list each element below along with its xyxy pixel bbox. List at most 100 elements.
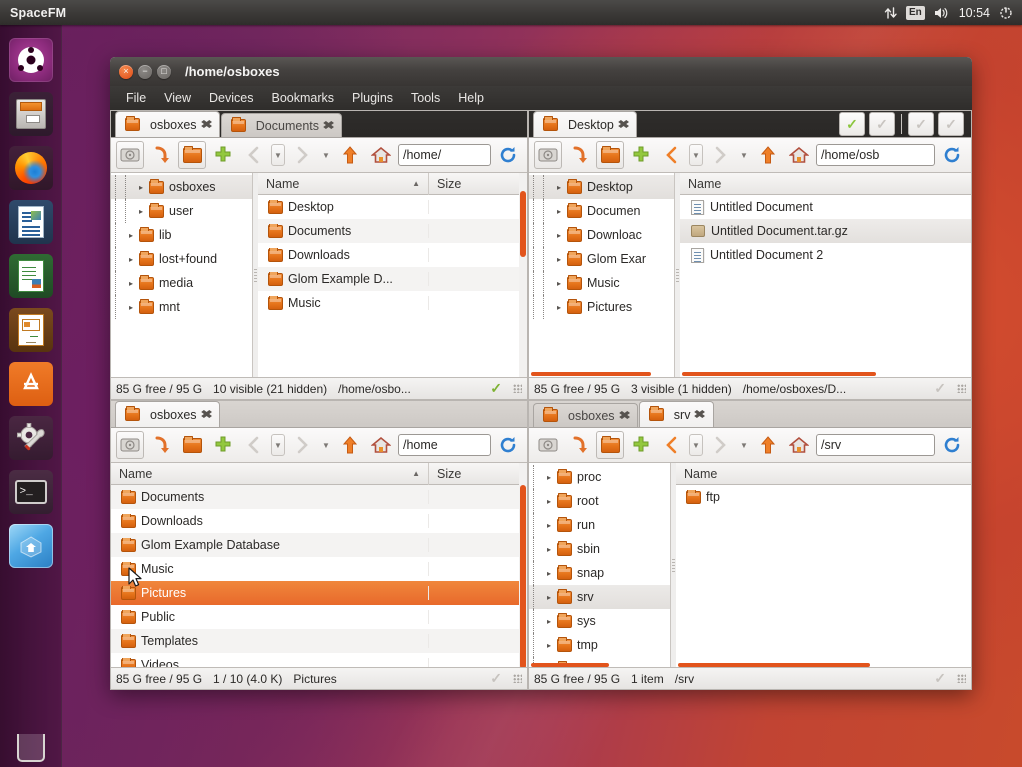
launcher-item-system-settings[interactable] — [7, 414, 55, 462]
green-plus-icon[interactable] — [209, 141, 237, 169]
file-row[interactable]: Music — [258, 291, 527, 315]
tree-row[interactable]: ▸osboxes — [111, 175, 252, 199]
expander-icon[interactable]: ▸ — [543, 617, 555, 626]
folder-icon[interactable] — [596, 431, 624, 459]
panel-3-toggle[interactable]: ✓ — [908, 112, 934, 136]
file-row[interactable]: Downloads — [111, 509, 527, 533]
tree-row[interactable]: ▸user — [111, 199, 252, 223]
resize-grip[interactable] — [513, 384, 522, 393]
clock[interactable]: 10:54 — [959, 6, 990, 20]
expander-icon[interactable]: ▸ — [543, 473, 555, 482]
blue-refresh-icon[interactable] — [938, 431, 966, 459]
home-icon[interactable] — [367, 141, 395, 169]
tab-close-icon[interactable]: ✖ — [618, 409, 630, 422]
panel-2-toggle[interactable]: ✓ — [869, 112, 895, 136]
vertical-scrollbar[interactable] — [519, 173, 527, 379]
bookmark-arrow-icon[interactable] — [565, 431, 593, 459]
tree-row[interactable]: ▸Pictures — [529, 295, 674, 319]
launcher-item-libreoffice-calc[interactable] — [7, 252, 55, 300]
expander-icon[interactable]: ▸ — [135, 183, 147, 192]
green-plus-icon[interactable] — [627, 141, 655, 169]
hard-disk-icon[interactable] — [116, 431, 144, 459]
launcher-item-libreoffice-writer[interactable] — [7, 198, 55, 246]
expander-icon[interactable]: ▸ — [553, 303, 565, 312]
expander-icon[interactable]: ▸ — [125, 279, 137, 288]
volume-icon[interactable] — [934, 6, 950, 20]
up-button[interactable] — [336, 141, 364, 169]
file-row[interactable]: Music — [111, 557, 527, 581]
file-row[interactable]: Public — [111, 605, 527, 629]
launcher-item-spacefm[interactable] — [7, 522, 55, 570]
path-input-top-right[interactable]: /home/osb — [816, 144, 935, 166]
home-icon[interactable] — [785, 141, 813, 169]
resize-grip[interactable] — [513, 674, 522, 683]
tab-close-icon[interactable]: ✖ — [200, 408, 212, 421]
forward-history-chevron-down-icon[interactable]: ▼ — [319, 434, 333, 456]
file-row[interactable]: Untitled Document — [680, 195, 971, 219]
tab-close-icon[interactable]: ✖ — [694, 408, 706, 421]
green-plus-icon[interactable] — [627, 431, 655, 459]
home-icon[interactable] — [367, 431, 395, 459]
blue-refresh-icon[interactable] — [494, 141, 522, 169]
menu-devices[interactable]: Devices — [201, 89, 261, 107]
tree-row[interactable]: ▸root — [529, 489, 670, 513]
file-row[interactable]: Downloads — [258, 243, 527, 267]
expander-icon[interactable]: ▸ — [543, 569, 555, 578]
expander-icon[interactable]: ▸ — [543, 521, 555, 530]
tree-row[interactable]: ▸sbin — [529, 537, 670, 561]
back-history-chevron-down-icon[interactable]: ▼ — [271, 144, 285, 166]
up-button[interactable] — [754, 141, 782, 169]
tab-close-icon[interactable]: ✖ — [200, 118, 212, 131]
keyboard-layout-indicator[interactable]: En — [906, 6, 925, 20]
bookmark-arrow-icon[interactable] — [565, 141, 593, 169]
resize-grip[interactable] — [957, 384, 966, 393]
expander-icon[interactable]: ▸ — [553, 183, 565, 192]
file-row[interactable]: Glom Example Database — [111, 533, 527, 557]
forward-history-chevron-down-icon[interactable]: ▼ — [737, 434, 751, 456]
folder-tree-bottom-right[interactable]: ▸proc ▸root ▸run ▸sbin ▸snap ▸srv ▸sys ▸… — [529, 463, 671, 669]
bookmark-arrow-icon[interactable] — [147, 431, 175, 459]
tab-close-icon[interactable]: ✖ — [617, 118, 629, 131]
file-row[interactable]: ftp — [676, 485, 971, 509]
back-history-chevron-down-icon[interactable]: ▼ — [689, 144, 703, 166]
expander-icon[interactable]: ▸ — [553, 255, 565, 264]
back-button[interactable] — [658, 431, 686, 459]
tab-documents[interactable]: Documents ✖ — [221, 113, 342, 137]
file-row[interactable]: Templates — [111, 629, 527, 653]
up-button[interactable] — [754, 431, 782, 459]
folder-tree-top-right[interactable]: ▸Desktop ▸Documen ▸Downloac ▸Glom Exar ▸… — [529, 173, 675, 379]
tree-row[interactable]: ▸Downloac — [529, 223, 674, 247]
tree-row[interactable]: ▸Desktop — [529, 175, 674, 199]
expander-icon[interactable]: ▸ — [543, 545, 555, 554]
home-icon[interactable] — [785, 431, 813, 459]
folder-tree-top-left[interactable]: ▸osboxes ▸user ▸lib ▸lost+found ▸media ▸… — [111, 173, 253, 379]
resize-grip[interactable] — [957, 674, 966, 683]
expander-icon[interactable]: ▸ — [543, 497, 555, 506]
window-close-button[interactable]: × — [119, 65, 133, 79]
forward-button[interactable] — [706, 141, 734, 169]
column-header-name[interactable]: Name▲ — [258, 173, 429, 195]
file-row-selected[interactable]: Pictures — [111, 581, 527, 605]
forward-history-chevron-down-icon[interactable]: ▼ — [319, 144, 333, 166]
tree-row[interactable]: ▸lib — [111, 223, 252, 247]
file-row[interactable]: Documents — [111, 485, 527, 509]
tab-osboxes[interactable]: osboxes ✖ — [115, 401, 220, 427]
file-row[interactable]: Untitled Document.tar.gz — [680, 219, 971, 243]
forward-button[interactable] — [706, 431, 734, 459]
menu-help[interactable]: Help — [450, 89, 492, 107]
blue-refresh-icon[interactable] — [494, 431, 522, 459]
back-history-chevron-down-icon[interactable]: ▼ — [689, 434, 703, 456]
column-header-size[interactable]: Size — [429, 177, 527, 191]
menu-view[interactable]: View — [156, 89, 199, 107]
green-plus-icon[interactable] — [209, 431, 237, 459]
back-button[interactable] — [240, 141, 268, 169]
menu-file[interactable]: File — [118, 89, 154, 107]
file-list-top-left[interactable]: Name▲ Size Desktop Documents Downloads G… — [258, 173, 527, 379]
menu-tools[interactable]: Tools — [403, 89, 448, 107]
column-header-name[interactable]: Name — [676, 463, 971, 485]
launcher-item-files[interactable] — [7, 90, 55, 138]
path-input-bottom-right[interactable]: /srv — [816, 434, 935, 456]
tree-row[interactable]: ▸proc — [529, 465, 670, 489]
file-row[interactable]: Desktop — [258, 195, 527, 219]
tab-close-icon[interactable]: ✖ — [322, 119, 334, 132]
